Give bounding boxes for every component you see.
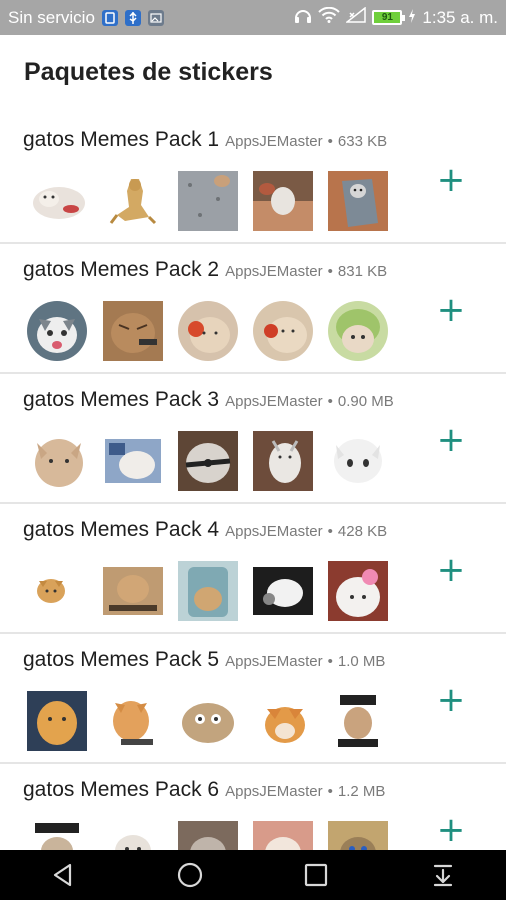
pack-header: gatos Memes Pack 4 AppsJEMaster • 428 KB: [23, 518, 387, 542]
pack-header: gatos Memes Pack 3 AppsJEMaster • 0.90 M…: [23, 388, 394, 412]
separator-dot: •: [327, 393, 333, 410]
sticker-thumbnail: [178, 431, 238, 491]
list-item[interactable]: gatos Memes Pack 4 AppsJEMaster • 428 KB…: [0, 503, 506, 634]
list-item[interactable]: gatos Memes Pack 3 AppsJEMaster • 0.90 M…: [0, 373, 506, 504]
sticker-thumbnail: [253, 561, 313, 621]
recents-icon[interactable]: [296, 855, 336, 895]
pack-size: 0.90 MB: [337, 393, 394, 410]
pack-name: gatos Memes Pack 1: [23, 128, 220, 151]
back-icon[interactable]: [43, 855, 83, 895]
carrier-label: Sin servicio: [8, 7, 95, 27]
clock: 1:35 a. m.: [422, 7, 498, 27]
pack-publisher: AppsJEMaster: [225, 523, 323, 540]
separator-dot: •: [327, 133, 333, 150]
pack-size: 633 KB: [337, 133, 388, 150]
list-item[interactable]: gatos Memes Pack 1 AppsJEMaster • 633 KB…: [0, 113, 506, 244]
headphones-icon: [294, 7, 312, 28]
pack-name: gatos Memes Pack 3: [23, 388, 220, 411]
sticker-thumbnail: [253, 171, 313, 231]
sticker-thumbnail: [178, 561, 238, 621]
sticker-thumbnail: [103, 561, 163, 621]
pack-publisher: AppsJEMaster: [225, 653, 323, 670]
pack-header: gatos Memes Pack 1 AppsJEMaster • 633 KB: [23, 128, 387, 152]
sticker-thumbnail: [253, 431, 313, 491]
sticker-thumbnail: [27, 431, 87, 491]
sticker-thumbnail: [103, 301, 163, 361]
add-button[interactable]: +: [436, 163, 466, 197]
battery-level: 91: [381, 12, 393, 23]
navigation-bar: [0, 850, 506, 900]
sticker-thumbnail: [328, 691, 388, 751]
pack-header: gatos Memes Pack 5 AppsJEMaster • 1.0 MB: [23, 648, 385, 672]
sticker-thumbnail: [178, 301, 238, 361]
pack-name: gatos Memes Pack 4: [23, 518, 220, 541]
sticker-thumbnail: [103, 431, 163, 491]
usb-icon: [124, 9, 141, 26]
sticker-thumbnail: [178, 691, 238, 751]
sticker-thumbnail: [328, 431, 388, 491]
pack-publisher: AppsJEMaster: [225, 393, 323, 410]
add-button[interactable]: +: [436, 683, 466, 717]
sticker-thumbnail: [328, 301, 388, 361]
add-button[interactable]: +: [436, 423, 466, 457]
list-item[interactable]: gatos Memes Pack 2 AppsJEMaster • 831 KB…: [0, 243, 506, 374]
pack-name: gatos Memes Pack 6: [23, 778, 220, 801]
sticker-thumbnail: [178, 171, 238, 231]
sticker-thumbnail: [27, 561, 87, 621]
separator-dot: •: [327, 263, 333, 280]
separator-dot: •: [327, 783, 333, 800]
sticker-thumbnail: [27, 171, 87, 231]
sticker-thumbnail: [27, 301, 87, 361]
sticker-thumbnail: [253, 301, 313, 361]
separator-dot: •: [327, 523, 333, 540]
home-icon[interactable]: [170, 855, 210, 895]
add-button[interactable]: +: [436, 553, 466, 587]
charging-icon: [408, 8, 416, 28]
add-button[interactable]: +: [436, 293, 466, 327]
notification-drawer-icon[interactable]: [423, 855, 463, 895]
sticker-thumbnail: [103, 691, 163, 751]
pack-name: gatos Memes Pack 5: [23, 648, 220, 671]
pack-header: gatos Memes Pack 6 AppsJEMaster • 1.2 MB: [23, 778, 385, 802]
list-item[interactable]: gatos Memes Pack 5 AppsJEMaster • 1.0 MB…: [0, 633, 506, 764]
battery-icon: 91: [372, 10, 406, 25]
pack-publisher: AppsJEMaster: [225, 783, 323, 800]
pack-size: 1.0 MB: [337, 653, 386, 670]
sticker-thumbnail: [103, 171, 163, 231]
wifi-icon: [318, 6, 341, 28]
sticker-thumbnail: [27, 691, 87, 751]
pack-size: 428 KB: [337, 523, 388, 540]
sticker-thumbnail: [253, 691, 313, 751]
signal-icon: [345, 6, 367, 28]
sticker-thumbnail: [328, 171, 388, 231]
sim-icon: [101, 9, 118, 26]
pack-header: gatos Memes Pack 2 AppsJEMaster • 831 KB: [23, 258, 387, 282]
add-button[interactable]: +: [436, 813, 466, 847]
pack-size: 1.2 MB: [337, 783, 386, 800]
sticker-thumbnail: [328, 561, 388, 621]
pack-size: 831 KB: [337, 263, 388, 280]
image-icon: [147, 9, 164, 26]
separator-dot: •: [327, 653, 333, 670]
pack-publisher: AppsJEMaster: [225, 263, 323, 280]
pack-publisher: AppsJEMaster: [225, 133, 323, 150]
page-title: Paquetes de stickers: [24, 58, 273, 86]
pack-name: gatos Memes Pack 2: [23, 258, 220, 281]
status-bar: Sin servicio 91 1:35 a. m.: [0, 0, 506, 35]
